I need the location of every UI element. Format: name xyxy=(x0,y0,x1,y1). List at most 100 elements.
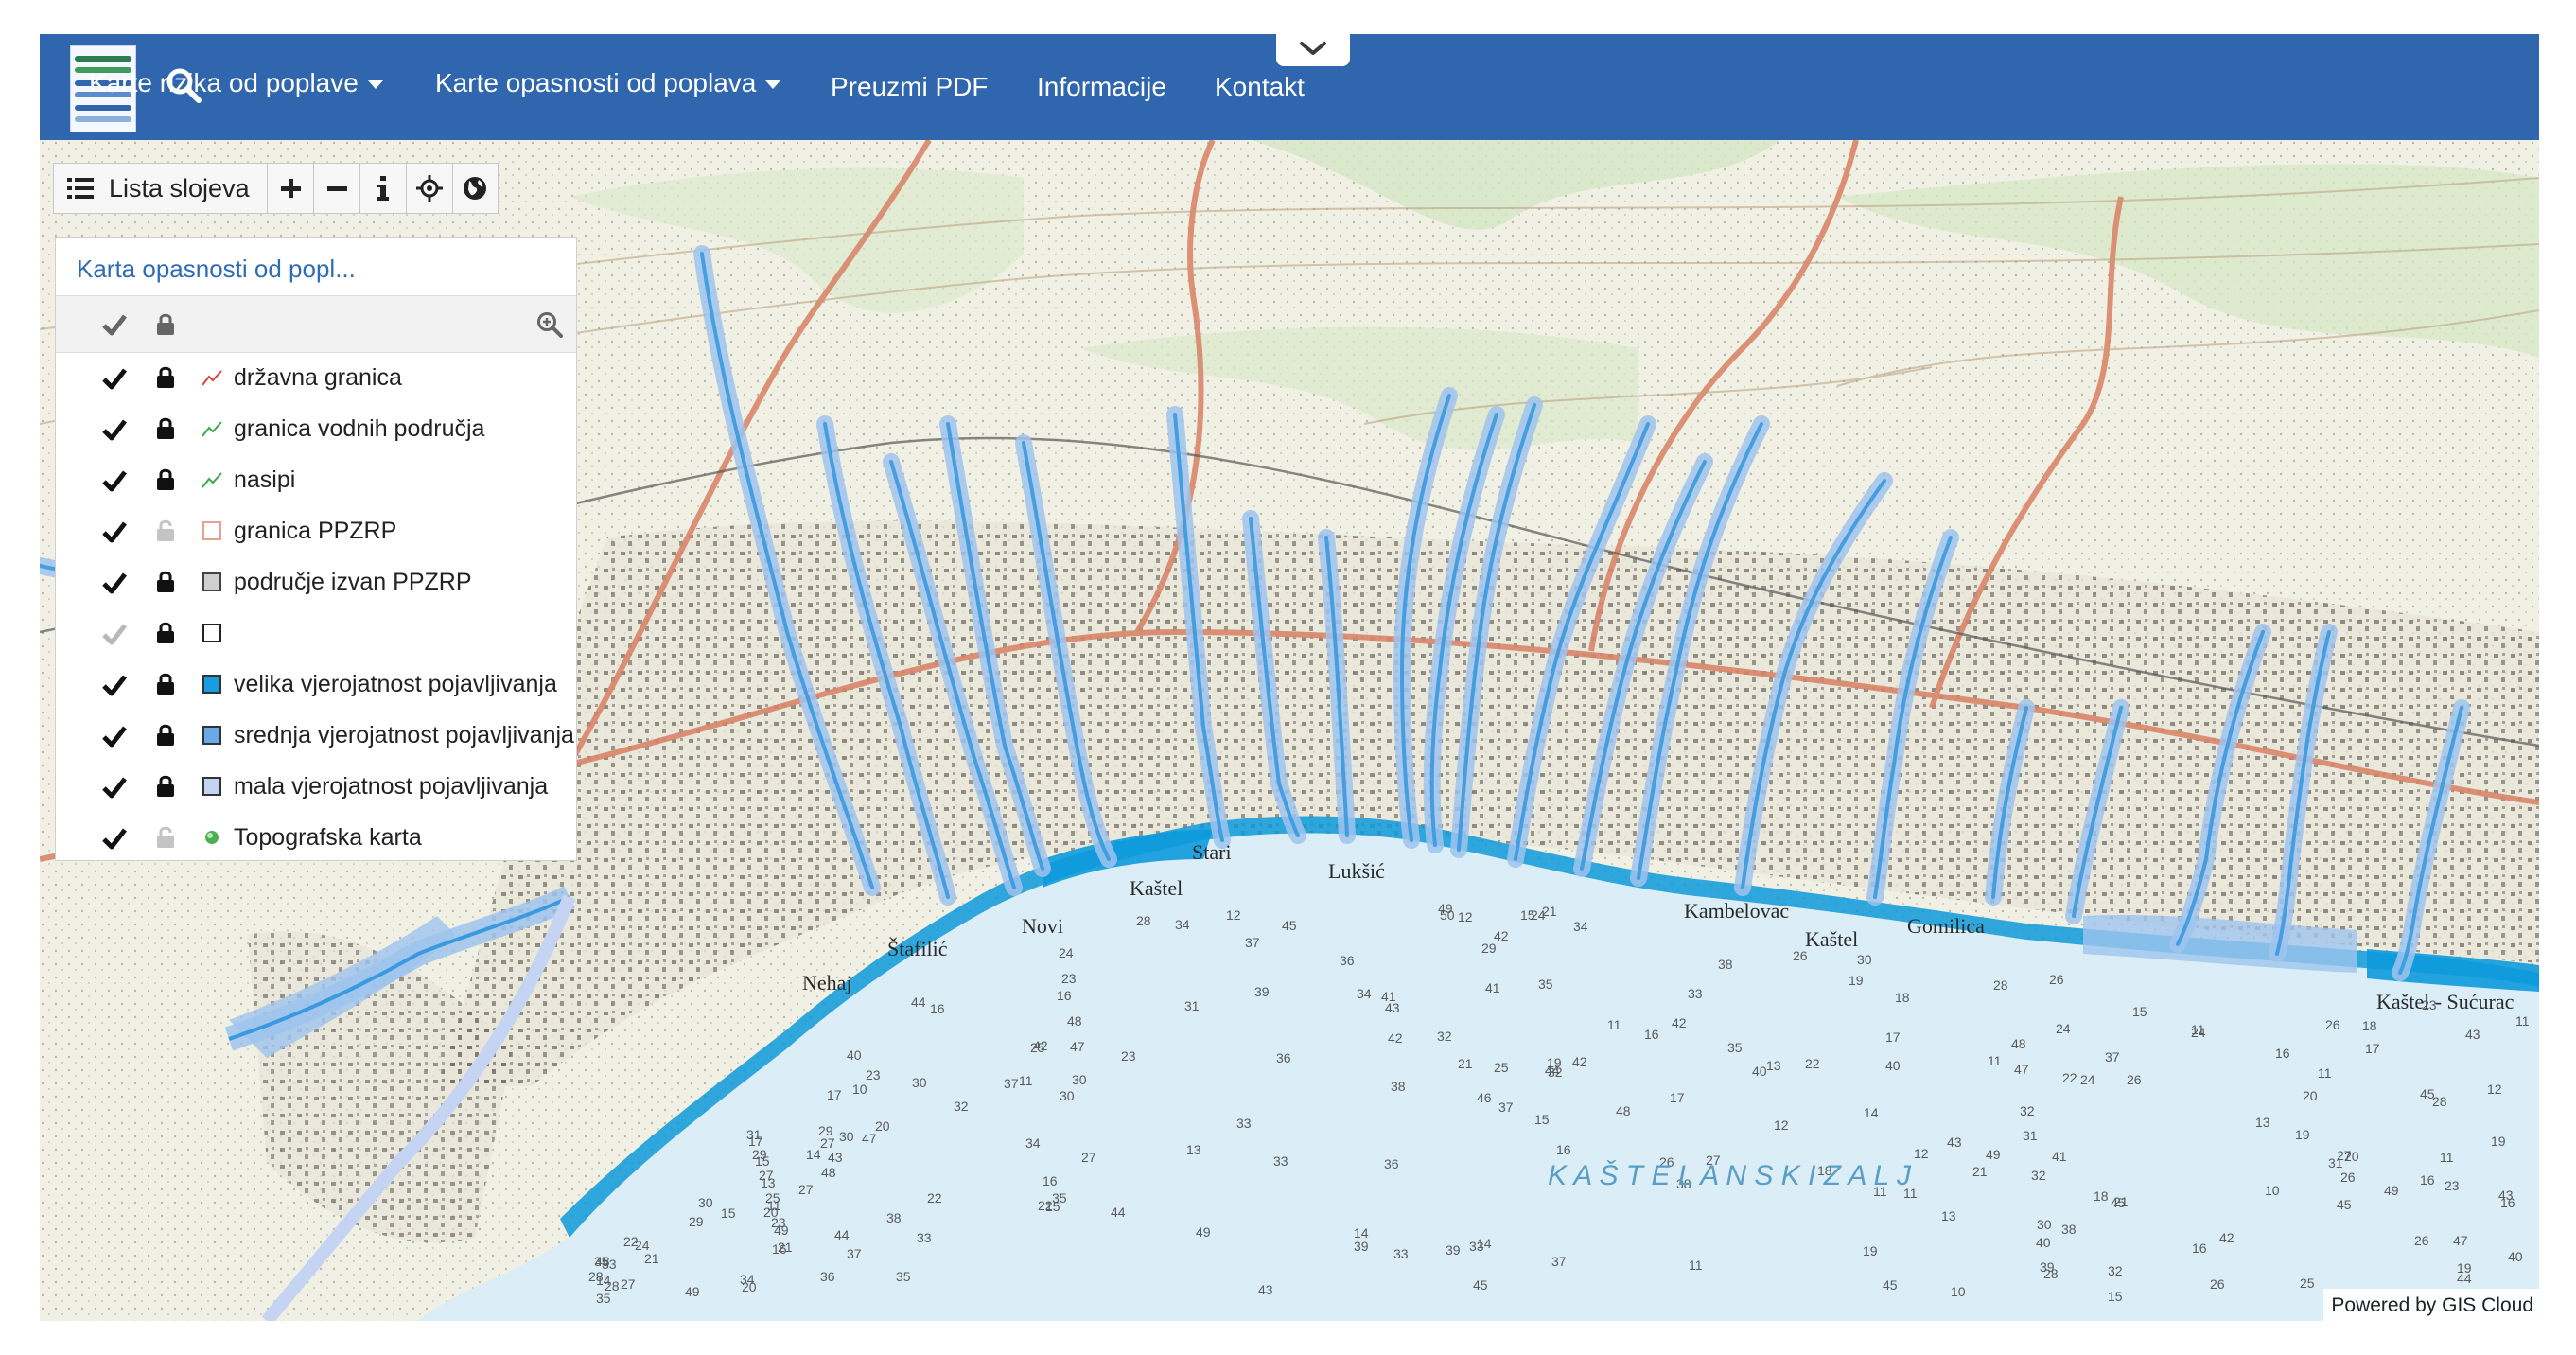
depth-sounding: 23 xyxy=(1061,971,1077,986)
depth-sounding: 20 xyxy=(742,1279,757,1294)
layer-visibility-checkmark-icon[interactable] xyxy=(101,366,128,391)
depth-sounding: 47 xyxy=(2014,1062,2029,1077)
layer-visibility-checkmark-icon[interactable] xyxy=(101,622,128,646)
layer-visibility-checkmark-icon[interactable] xyxy=(101,775,128,800)
layer-row[interactable]: velika vjerojatnost pojavljivanja xyxy=(56,660,576,711)
zoom-in-button[interactable] xyxy=(266,163,313,214)
lock-icon[interactable] xyxy=(156,620,175,644)
layer-row[interactable]: područje izvan PPZRP xyxy=(56,557,576,608)
depth-sounding: 32 xyxy=(2031,1168,2046,1183)
depth-sounding: 12 xyxy=(2487,1082,2502,1097)
layer-visibility-checkmark-icon[interactable] xyxy=(101,519,128,544)
lock-icon[interactable] xyxy=(156,364,175,389)
caret-down-icon xyxy=(367,80,383,90)
depth-sounding: 30 xyxy=(698,1195,713,1210)
layer-row[interactable]: nasipi xyxy=(56,455,576,506)
depth-sounding: 47 xyxy=(2453,1233,2468,1248)
globe-icon xyxy=(464,177,487,200)
depth-sounding: 41 xyxy=(2052,1149,2067,1164)
depth-sounding: 31 xyxy=(2023,1128,2038,1143)
depth-sounding: 25 xyxy=(1494,1060,1509,1075)
nav-menu-flood-risk-maps[interactable]: Karte rizika od poplave xyxy=(89,68,383,98)
depth-sounding: 14 xyxy=(596,1273,611,1288)
layer-row[interactable]: Topografska karta xyxy=(56,813,576,864)
depth-sounding: 34 xyxy=(1175,917,1190,932)
lock-icon[interactable] xyxy=(156,569,175,593)
depth-sounding: 19 xyxy=(1863,1243,1878,1258)
depth-sounding: 28 xyxy=(1993,977,2008,993)
layer-row[interactable]: granica vodnih područja xyxy=(56,404,576,455)
layer-visibility-checkmark-icon[interactable] xyxy=(101,571,128,595)
lock-icon[interactable] xyxy=(156,773,175,798)
layer-label: državna granica xyxy=(234,364,402,391)
depth-sounding: 40 xyxy=(847,1047,862,1063)
depth-sounding: 38 xyxy=(1718,957,1733,972)
lock-all-icon[interactable] xyxy=(156,311,175,336)
depth-sounding: 30 xyxy=(839,1129,854,1144)
full-extent-button[interactable] xyxy=(451,163,499,214)
depth-sounding: 26 xyxy=(2049,972,2064,987)
map-attribution[interactable]: Powered by GIS Cloud xyxy=(2323,1289,2539,1321)
nav-menu-flood-hazard-maps[interactable]: Karte opasnosti od poplava xyxy=(435,68,781,98)
depth-sounding: 34 xyxy=(1025,1135,1041,1151)
depth-sounding: 34 xyxy=(1573,919,1588,934)
depth-sounding: 43 xyxy=(828,1150,843,1165)
layer-visibility-checkmark-icon[interactable] xyxy=(101,468,128,493)
unlock-icon[interactable] xyxy=(156,518,175,542)
layer-row[interactable] xyxy=(56,608,576,660)
lock-icon[interactable] xyxy=(156,415,175,440)
depth-sounding: 43 xyxy=(2465,1027,2480,1042)
depth-sounding: 42 xyxy=(1672,1015,1687,1030)
lock-icon[interactable] xyxy=(156,671,175,695)
zoom-to-layer-icon[interactable] xyxy=(536,311,563,338)
zoom-out-button[interactable] xyxy=(312,163,359,214)
nav-menu-label: Karte opasnosti od poplava xyxy=(435,68,757,97)
depth-sounding: 27 xyxy=(820,1135,835,1151)
layer-visibility-checkmark-icon[interactable] xyxy=(101,417,128,442)
nav-contact[interactable]: Kontakt xyxy=(1215,72,1305,102)
plus-icon xyxy=(280,179,301,198)
depth-sounding: 16 xyxy=(2500,1195,2515,1210)
depth-sounding: 16 xyxy=(1556,1142,1571,1157)
depth-sounding: 37 xyxy=(1245,935,1260,950)
nav-download-pdf[interactable]: Preuzmi PDF xyxy=(831,72,988,102)
lock-icon[interactable] xyxy=(156,722,175,747)
layer-row[interactable]: granica PPZRP xyxy=(56,506,576,557)
layer-row[interactable]: srednja vjerojatnost pojavljivanja xyxy=(56,711,576,762)
toggle-all-visibility-icon[interactable] xyxy=(101,312,128,337)
unlock-icon[interactable] xyxy=(156,824,175,849)
depth-sounding: 48 xyxy=(595,1254,610,1269)
depth-sounding: 11 xyxy=(767,1198,781,1213)
depth-sounding: 22 xyxy=(623,1234,639,1249)
depth-sounding: 16 xyxy=(2420,1172,2435,1188)
depth-sounding: 22 xyxy=(1038,1198,1053,1213)
layer-label: granica PPZRP xyxy=(234,518,397,544)
layer-group-title[interactable]: Karta opasnosti od popl... xyxy=(56,238,576,296)
depth-sounding: 11 xyxy=(2515,1013,2530,1029)
depth-sounding: 43 xyxy=(1258,1282,1273,1297)
lock-icon[interactable] xyxy=(156,466,175,491)
depth-sounding: 29 xyxy=(689,1214,704,1229)
depth-sounding: 13 xyxy=(761,1175,776,1190)
depth-sounding: 26 xyxy=(2210,1276,2225,1292)
caret-down-icon xyxy=(765,80,781,90)
depth-sounding: 11 xyxy=(1689,1258,1703,1273)
depth-sounding: 35 xyxy=(1727,1040,1743,1055)
layer-visibility-checkmark-icon[interactable] xyxy=(101,724,128,748)
layer-visibility-checkmark-icon[interactable] xyxy=(101,673,128,697)
depth-sounding: 48 xyxy=(1616,1103,1631,1118)
depth-sounding: 38 xyxy=(1391,1079,1406,1094)
info-button[interactable] xyxy=(359,163,406,214)
depth-sounding: 45 xyxy=(1282,918,1297,933)
collapse-header-button[interactable] xyxy=(1276,34,1350,66)
nav-link-label: Kontakt xyxy=(1215,72,1305,101)
nav-information[interactable]: Informacije xyxy=(1037,72,1166,102)
layer-row[interactable]: mala vjerojatnost pojavljivanja xyxy=(56,762,576,813)
layer-visibility-checkmark-icon[interactable] xyxy=(101,826,128,851)
locate-button[interactable] xyxy=(405,163,452,214)
nav-link-label: Preuzmi PDF xyxy=(831,72,989,101)
layer-row[interactable]: državna granica xyxy=(56,353,576,404)
map-application: Karte rizika od poplave Karte opasnosti … xyxy=(40,34,2539,1321)
layer-list-button[interactable]: Lista slojeva xyxy=(53,163,267,214)
depth-sounding: 33 xyxy=(1393,1246,1409,1261)
